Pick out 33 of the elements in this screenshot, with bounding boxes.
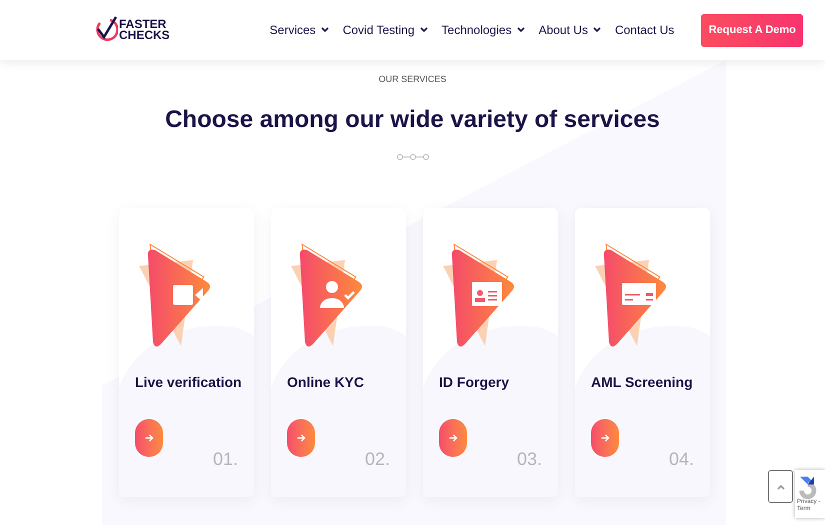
card-title: AML Screening — [591, 373, 694, 392]
request-demo-button[interactable]: Request A Demo — [701, 14, 804, 46]
section-eyebrow: OUR SERVICES — [378, 73, 446, 86]
chevron-down-icon — [420, 27, 428, 33]
logo-text: CHECKS — [119, 30, 170, 41]
card-number: 03. — [516, 448, 542, 471]
video-camera-icon — [173, 285, 203, 305]
card-title: Live verification — [135, 373, 243, 392]
card-title: Online KYC — [287, 373, 366, 392]
arrow-right-icon — [600, 434, 610, 442]
arrow-right-icon — [144, 434, 154, 442]
arrow-right-icon — [296, 434, 306, 442]
nav-link[interactable]: Covid Testing — [342, 21, 428, 39]
chevron-down-icon — [516, 27, 525, 33]
card-number: 04. — [668, 448, 694, 471]
scroll-top-button[interactable] — [768, 470, 793, 503]
card-icon — [622, 283, 656, 305]
section-title: Choose among our wide variety of services — [165, 104, 660, 134]
nav-link[interactable]: Services — [270, 21, 329, 39]
chevron-up-icon — [776, 484, 784, 490]
arrow-right-icon — [448, 434, 458, 442]
nav-link[interactable]: About Us — [538, 21, 601, 39]
nav-link[interactable]: Contact Us — [614, 21, 674, 39]
logo-text: FASTER — [119, 19, 166, 30]
card-number: 02. — [364, 448, 390, 471]
chevron-down-icon — [320, 27, 329, 33]
id-card-icon — [472, 282, 502, 306]
user-check-icon — [320, 281, 355, 308]
card-number: 01. — [212, 448, 238, 471]
divider-dots-icon — [396, 152, 430, 160]
card-title: ID Forgery — [439, 373, 510, 392]
nav-link[interactable]: Technologies — [442, 21, 525, 39]
chevron-down-icon — [592, 27, 601, 33]
